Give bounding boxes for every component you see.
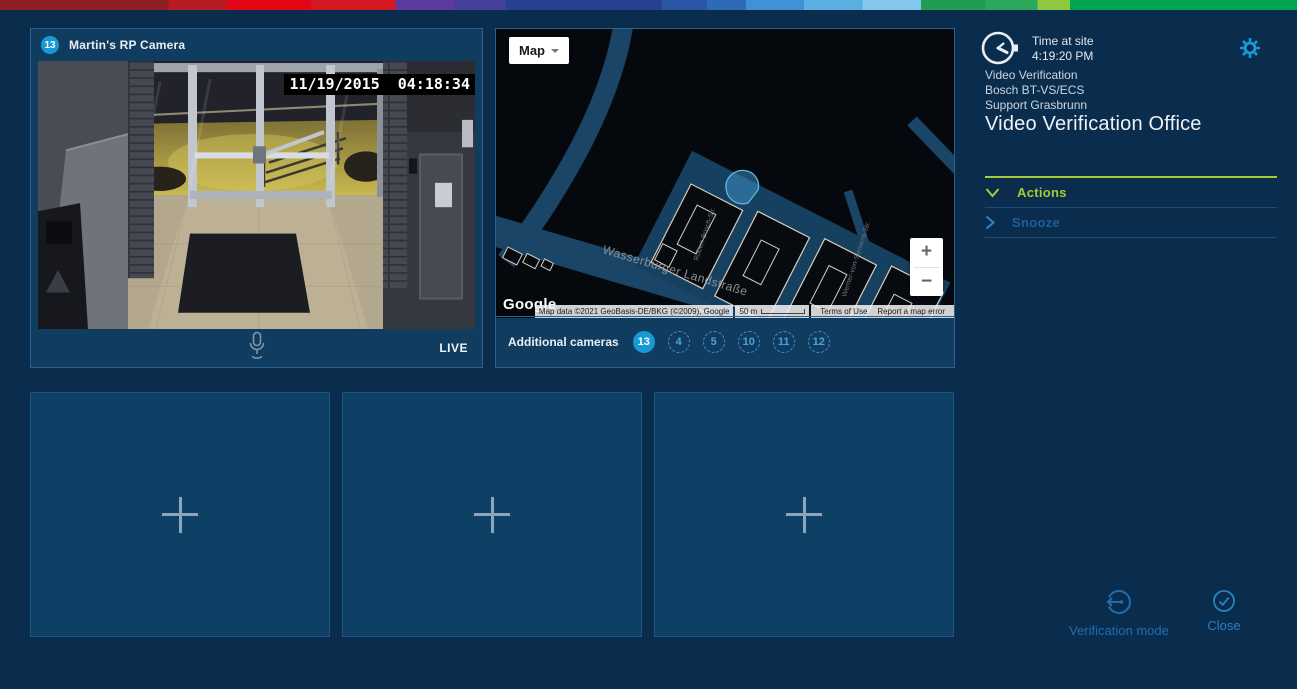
section-divider [985,237,1277,238]
site-info-block: Video Verification Bosch BT-VS/ECS Suppo… [985,68,1202,132]
verification-mode-button[interactable]: Verification mode [1058,586,1180,639]
settings-button[interactable] [1240,38,1260,63]
chevron-down-icon [985,188,1000,198]
zoom-out-button[interactable]: − [910,268,943,297]
empty-camera-slot-1[interactable] [30,392,330,637]
add-camera-plus-icon [474,497,510,533]
info-line-2: Bosch BT-VS/ECS [985,83,1202,98]
info-line-3: Support Grasbrunn [985,98,1202,113]
map-zoom-control: + − [910,238,943,296]
actions-label: Actions [1017,185,1067,200]
timestamp-date: 11/19/2015 [289,75,379,93]
verification-mode-icon [1103,586,1135,618]
camera-chip[interactable]: 11 [773,331,795,353]
video-timestamp: 11/19/2015 04:18:34 [284,74,475,95]
clock-icon [980,28,1020,68]
close-label: Close [1207,618,1240,633]
empty-camera-slot-3[interactable] [654,392,954,637]
dropdown-caret-icon [551,49,559,53]
camera-number-badge: 13 [41,36,59,54]
camera-video-feed: 11/19/2015 04:18:34 [38,61,475,329]
camera-chip[interactable]: 12 [808,331,830,353]
surveillance-scene [38,61,475,329]
bosch-brand-strip [0,0,1297,10]
site-time-block: Time at site 4:19:20 PM [980,28,1094,68]
camera-chip-selected[interactable]: 13 [633,331,655,353]
map-type-dropdown[interactable]: Map [509,37,569,64]
camera-chip[interactable]: 4 [668,331,690,353]
chevron-right-icon [985,215,995,230]
scale-label: 50 m [739,307,757,316]
actions-section-toggle[interactable]: Actions [985,176,1277,207]
microphone-icon [247,331,267,360]
time-at-site-label: Time at site [1032,34,1094,49]
add-camera-plus-icon [786,497,822,533]
empty-camera-slot-2[interactable] [342,392,642,637]
camera-header: 13 Martin's RP Camera [31,29,482,61]
gear-icon [1240,38,1260,58]
live-status-badge: LIVE [439,341,468,355]
report-map-error-link[interactable]: Report a map error [877,307,945,316]
camera-title: Martin's RP Camera [69,38,185,52]
terms-of-use-link[interactable]: Terms of Use [820,307,867,316]
map-type-label: Map [519,43,545,58]
microphone-button[interactable] [247,331,267,365]
time-at-site-value: 4:19:20 PM [1032,49,1094,64]
close-button[interactable]: Close [1192,588,1256,633]
map-canvas: Wasserburger Landstraße Robert-Bosch-Str… [496,29,954,318]
video-verification-screen: 13 Martin's RP Camera [0,0,1297,689]
camera-footer: LIVE [31,329,482,367]
map-panel: Wasserburger Landstraße Robert-Bosch-Str… [495,28,955,368]
info-line-1: Video Verification [985,68,1202,83]
scale-ruler-icon [761,309,805,314]
actions-snooze-block: Actions Snooze [985,176,1277,238]
verification-mode-label: Verification mode [1069,623,1169,638]
additional-cameras-row: Additional cameras 13 4 5 10 11 12 [496,316,954,367]
camera-chip[interactable]: 10 [738,331,760,353]
snooze-label: Snooze [1012,215,1060,230]
snooze-section-toggle[interactable]: Snooze [985,208,1277,237]
site-title: Video Verification Office [985,117,1202,132]
additional-cameras-label: Additional cameras [508,335,619,349]
google-map[interactable]: Wasserburger Landstraße Robert-Bosch-Str… [496,29,954,318]
zoom-in-button[interactable]: + [910,238,943,267]
close-check-icon [1211,588,1237,614]
camera-panel: 13 Martin's RP Camera [30,28,483,368]
add-camera-plus-icon [162,497,198,533]
camera-chip[interactable]: 5 [703,331,725,353]
timestamp-time: 04:18:34 [398,75,470,93]
